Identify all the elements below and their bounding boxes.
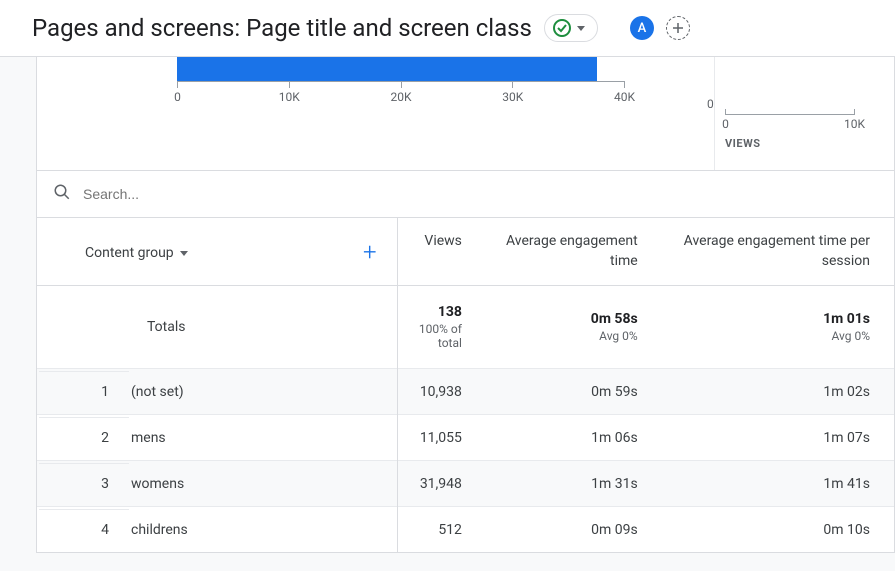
table-row[interactable]: 1(not set) 10,938 0m 59s 1m 02s bbox=[37, 369, 894, 415]
totals-sub: Avg 0% bbox=[662, 329, 870, 343]
dimension-selector[interactable]: Content group bbox=[85, 245, 188, 261]
main-chart: 0 10K 20K 30K 40K bbox=[37, 57, 714, 170]
row-value: 512 bbox=[397, 507, 486, 553]
table-row[interactable]: 2mens 11,055 1m 06s 1m 07s bbox=[37, 415, 894, 461]
check-circle-icon bbox=[553, 19, 571, 37]
table-header-row: Content group + Views Average engagement… bbox=[37, 218, 894, 286]
row-value: 1m 02s bbox=[662, 369, 894, 415]
axis-tick-label: 0 bbox=[174, 90, 181, 104]
dimension-label: Content group bbox=[85, 245, 174, 261]
axis-tick-label: 30K bbox=[502, 90, 523, 104]
row-value: 1m 31s bbox=[486, 461, 662, 507]
data-table: Content group + Views Average engagement… bbox=[37, 217, 894, 552]
totals-label: Totals bbox=[37, 286, 397, 369]
side-chart: 0 0 10K VIEWS bbox=[714, 57, 894, 170]
axis-tick-label: 40K bbox=[614, 90, 635, 104]
column-header[interactable]: Average engagement time bbox=[486, 218, 662, 286]
column-header[interactable]: Views bbox=[397, 218, 486, 286]
chevron-down-icon bbox=[577, 26, 585, 31]
axis-tick-label: 0 bbox=[722, 117, 729, 131]
row-value: 1m 41s bbox=[662, 461, 894, 507]
side-x-axis: 0 10K bbox=[725, 109, 855, 115]
table-row[interactable]: 4childrens 512 0m 09s 0m 10s bbox=[37, 507, 894, 553]
row-value: 0m 09s bbox=[486, 507, 662, 553]
page-header: Pages and screens: Page title and screen… bbox=[0, 0, 895, 57]
page-title: Pages and screens: Page title and screen… bbox=[32, 14, 532, 42]
row-value: 11,055 bbox=[397, 415, 486, 461]
axis-zero: 0 bbox=[707, 97, 714, 111]
totals-value: 1m 01s bbox=[662, 311, 870, 327]
table-section: Content group + Views Average engagement… bbox=[36, 170, 895, 553]
totals-sub: 100% of total bbox=[398, 322, 462, 350]
row-index: 2 bbox=[39, 417, 129, 458]
row-index: 3 bbox=[39, 463, 129, 504]
row-index: 1 bbox=[39, 371, 129, 412]
row-name: mens bbox=[131, 417, 395, 458]
row-name: (not set) bbox=[131, 371, 395, 412]
side-axis-title: VIEWS bbox=[725, 137, 894, 150]
row-value: 31,948 bbox=[397, 461, 486, 507]
row-index: 4 bbox=[39, 509, 129, 550]
row-name: childrens bbox=[131, 509, 395, 550]
totals-value: 0m 58s bbox=[486, 311, 638, 327]
table-row[interactable]: 3womens 31,948 1m 31s 1m 41s bbox=[37, 461, 894, 507]
x-axis: 0 10K 20K 30K 40K bbox=[177, 81, 625, 87]
add-dimension-button[interactable]: + bbox=[363, 238, 377, 266]
row-value: 1m 07s bbox=[662, 415, 894, 461]
axis-tick-label: 10K bbox=[279, 90, 300, 104]
chart-section: 0 10K 20K 30K 40K 0 0 10K VIEWS bbox=[36, 57, 895, 170]
search-input[interactable] bbox=[83, 186, 283, 202]
status-dropdown[interactable] bbox=[544, 14, 598, 42]
row-name: womens bbox=[131, 463, 395, 504]
avatar[interactable]: A bbox=[630, 16, 654, 40]
row-value: 1m 06s bbox=[486, 415, 662, 461]
search-row bbox=[37, 171, 894, 217]
bar bbox=[177, 57, 597, 81]
chevron-down-icon bbox=[180, 251, 188, 256]
axis-tick-label: 10K bbox=[844, 117, 865, 131]
totals-row: Totals 138 100% of total 0m 58s Avg 0% 1m … bbox=[37, 286, 894, 369]
add-comparison-button[interactable] bbox=[666, 16, 690, 40]
row-value: 10,938 bbox=[397, 369, 486, 415]
axis-tick-label: 20K bbox=[390, 90, 411, 104]
column-header[interactable]: Average engagement time per session bbox=[662, 218, 894, 286]
totals-value: 138 bbox=[398, 304, 462, 320]
search-icon bbox=[53, 183, 71, 205]
row-value: 0m 10s bbox=[662, 507, 894, 553]
row-value: 0m 59s bbox=[486, 369, 662, 415]
totals-sub: Avg 0% bbox=[486, 329, 638, 343]
